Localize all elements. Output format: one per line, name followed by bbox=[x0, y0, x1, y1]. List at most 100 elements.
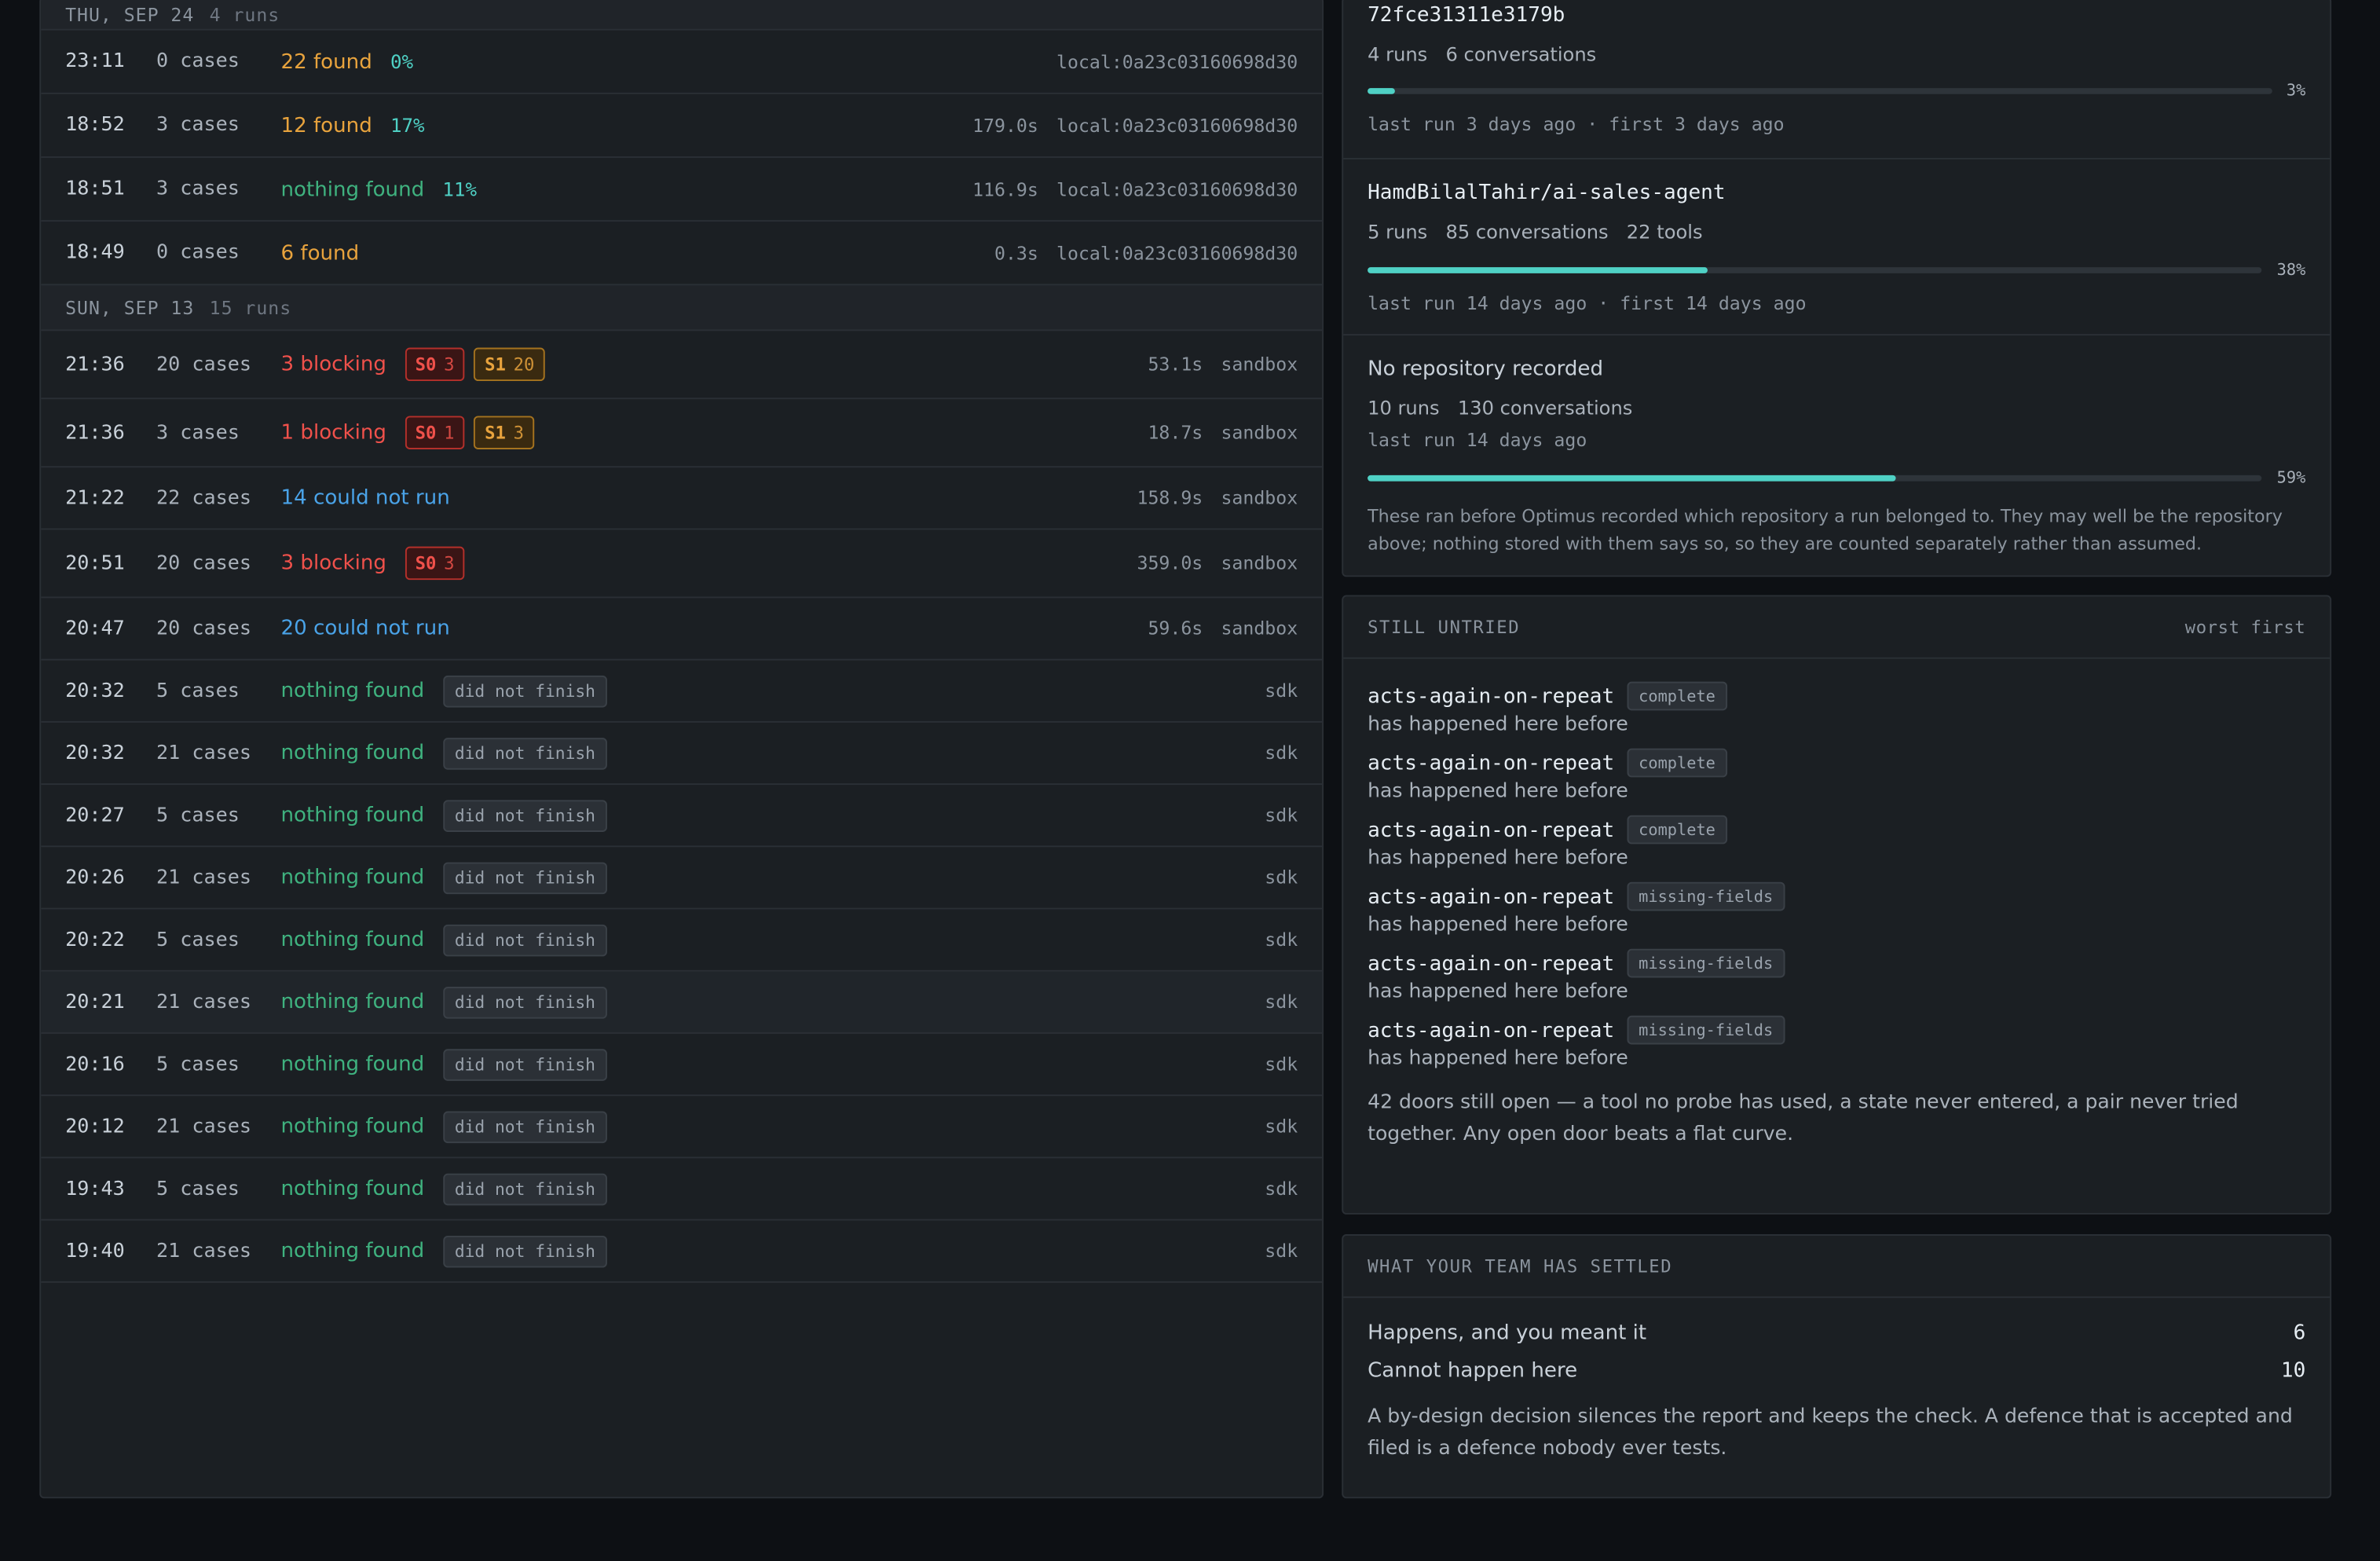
untried-item[interactable]: acts-again-on-repeat missing-fields has ha… bbox=[1368, 881, 2305, 936]
run-target: sandbox bbox=[1221, 354, 1298, 376]
repo-stats: 10 runs 130 conversations bbox=[1368, 396, 1650, 419]
run-meta: 53.1s sandbox bbox=[1148, 331, 1298, 398]
repo-stat: 6 conversations bbox=[1445, 42, 1597, 66]
run-row[interactable]: 20:32 5 cases nothing found did not finish s… bbox=[41, 661, 1323, 723]
run-result: nothing found bbox=[280, 1114, 425, 1139]
repo-item[interactable]: No repository recorded 10 runs 130 conver… bbox=[1343, 335, 2330, 575]
repo-meta: last run 14 days ago · first 14 days ago bbox=[1368, 292, 1807, 315]
run-row[interactable]: 21:22 22 cases 14 could not run 158.9s sandb… bbox=[41, 467, 1323, 530]
untried-item-header: acts-again-on-repeat complete bbox=[1368, 748, 2305, 778]
run-row[interactable]: 20:12 21 cases nothing found did not finish… bbox=[41, 1096, 1323, 1159]
run-row[interactable]: 21:36 20 cases 3 blocking S0 3 S1 20 53.1s sandb… bbox=[41, 331, 1323, 400]
untried-item[interactable]: acts-again-on-repeat missing-fields has ha… bbox=[1368, 948, 2305, 1003]
coverage-fill bbox=[1368, 475, 1895, 482]
run-target: sdk bbox=[1265, 867, 1298, 889]
untried-item-header: acts-again-on-repeat complete bbox=[1368, 681, 2305, 711]
run-meta: sdk bbox=[1265, 661, 1298, 721]
day-header: SUN, SEP 13 15 runs bbox=[41, 285, 1323, 332]
severity-count: 1 bbox=[444, 422, 455, 444]
run-target: sdk bbox=[1265, 742, 1298, 764]
run-result: 14 could not run bbox=[280, 486, 450, 511]
run-row[interactable]: 20:27 5 cases nothing found did not finish s… bbox=[41, 785, 1323, 848]
coverage-bar bbox=[1368, 88, 2272, 94]
run-time: 20:22 bbox=[65, 928, 125, 951]
run-result: 6 found bbox=[280, 240, 360, 266]
settled-list: Happens, and you meant it 6 Cannot happe… bbox=[1343, 1298, 2330, 1383]
coverage-fill bbox=[1368, 267, 1708, 273]
untried-item-name: acts-again-on-repeat bbox=[1368, 817, 1615, 842]
untried-item-name: acts-again-on-repeat bbox=[1368, 884, 1615, 909]
untried-item[interactable]: acts-again-on-repeat missing-fields has ha… bbox=[1368, 1015, 2305, 1070]
run-row[interactable]: 20:47 20 cases 20 could not run 59.6s sandbo… bbox=[41, 598, 1323, 661]
run-target: sdk bbox=[1265, 1116, 1298, 1138]
run-meta: 116.9s local:0a23c03160698d30 bbox=[972, 158, 1298, 220]
run-time: 19:43 bbox=[65, 1177, 125, 1200]
run-result: nothing found bbox=[280, 1238, 425, 1263]
run-result: nothing found bbox=[280, 1176, 425, 1201]
run-result: 12 found bbox=[280, 112, 372, 137]
run-target: local:0a23c03160698d30 bbox=[1056, 178, 1298, 200]
repo-item[interactable]: 72fce31311e3179b 4 runs 6 conversations 3… bbox=[1343, 0, 2331, 159]
settled-footer: A by-design decision silences the report… bbox=[1368, 1405, 2293, 1460]
run-result: nothing found bbox=[280, 177, 425, 202]
run-row[interactable]: 23:11 0 cases 22 found 0% local:0a23c0316069… bbox=[41, 31, 1323, 94]
repo-name: 72fce31311e3179b bbox=[1368, 2, 1565, 27]
run-row[interactable]: 18:52 3 cases 12 found 17% 179.0s local:0a23c… bbox=[41, 94, 1323, 158]
repo-meta: last run 14 days ago bbox=[1368, 429, 1587, 451]
run-cases: 20 cases bbox=[156, 617, 252, 640]
run-meta: sdk bbox=[1265, 1096, 1298, 1156]
run-cases: 3 cases bbox=[156, 421, 240, 445]
run-meta: 179.0s local:0a23c03160698d30 bbox=[972, 94, 1298, 156]
run-time: 23:11 bbox=[65, 49, 125, 73]
run-row[interactable]: 20:51 20 cases 3 blocking S0 3 359.0s sandbox bbox=[41, 529, 1323, 599]
untried-item[interactable]: acts-again-on-repeat complete has happened… bbox=[1368, 681, 2305, 736]
day-header: THU, SEP 24 4 runs bbox=[41, 0, 1323, 31]
run-cases: 3 cases bbox=[156, 178, 240, 201]
run-row[interactable]: 18:51 3 cases nothing found 11% 116.9s local:… bbox=[41, 158, 1323, 222]
run-cases: 5 cases bbox=[156, 1177, 240, 1200]
run-time: 18:51 bbox=[65, 178, 125, 201]
run-row[interactable]: 19:40 21 cases nothing found did not finish… bbox=[41, 1221, 1323, 1283]
severity-level: S0 bbox=[415, 422, 437, 444]
settled-header: WHAT YOUR TEAM HAS SETTLED bbox=[1343, 1236, 2331, 1299]
run-row[interactable]: 18:49 0 cases 6 found 0.3s local:0a23c031606… bbox=[41, 222, 1323, 286]
repo-stats: 4 runs 6 conversations bbox=[1368, 42, 1614, 65]
run-meta: 359.0s sandbox bbox=[1137, 529, 1298, 596]
run-cases: 22 cases bbox=[156, 486, 252, 510]
run-meta: sdk bbox=[1265, 785, 1298, 845]
run-cases: 5 cases bbox=[156, 928, 240, 951]
run-result: 1 blocking bbox=[280, 420, 386, 445]
severity-badge-s0: S0 1 bbox=[405, 416, 466, 449]
run-row[interactable]: 19:43 5 cases nothing found did not finish s… bbox=[41, 1158, 1323, 1221]
run-meta: sdk bbox=[1265, 1158, 1298, 1218]
settled-card: WHAT YOUR TEAM HAS SETTLED Happens, and … bbox=[1342, 1234, 2332, 1499]
untried-item-tag: complete bbox=[1626, 815, 1728, 845]
untried-footer: 42 doors still open — a tool no probe ha… bbox=[1368, 1091, 2239, 1146]
run-cases: 21 cases bbox=[156, 866, 252, 889]
run-time: 18:52 bbox=[65, 113, 125, 137]
run-cases: 21 cases bbox=[156, 1115, 252, 1138]
settled-label: Cannot happen here bbox=[1368, 1358, 1578, 1383]
run-row[interactable]: 20:16 5 cases nothing found did not finish s… bbox=[41, 1034, 1323, 1097]
run-row[interactable]: 20:21 21 cases nothing found did not finish… bbox=[41, 971, 1323, 1034]
run-time: 20:21 bbox=[65, 990, 125, 1013]
run-duration: 53.1s bbox=[1148, 354, 1203, 376]
severity-count: 3 bbox=[444, 354, 455, 376]
run-row[interactable]: 20:32 21 cases nothing found did not finish… bbox=[41, 723, 1323, 786]
untried-item[interactable]: acts-again-on-repeat complete has happened… bbox=[1368, 748, 2305, 804]
untried-item[interactable]: acts-again-on-repeat complete has happened… bbox=[1368, 815, 2305, 870]
untried-item-name: acts-again-on-repeat bbox=[1368, 683, 1615, 709]
coverage-pct: 38% bbox=[2276, 261, 2306, 280]
run-row[interactable]: 21:36 3 cases 1 blocking S0 1 S1 3 18.7s sandbox bbox=[41, 399, 1323, 468]
run-target: sdk bbox=[1265, 1178, 1298, 1200]
untried-item-desc: has happened here before bbox=[1368, 780, 1628, 804]
run-time: 21:36 bbox=[65, 421, 125, 445]
repo-stat: 22 tools bbox=[1626, 220, 1703, 244]
run-target: local:0a23c03160698d30 bbox=[1056, 242, 1298, 264]
run-row[interactable]: 20:26 21 cases nothing found did not finish… bbox=[41, 847, 1323, 910]
severity-count: 3 bbox=[444, 552, 455, 574]
run-row[interactable]: 20:22 5 cases nothing found did not finish s… bbox=[41, 910, 1323, 972]
sort-toggle[interactable]: worst first bbox=[2185, 617, 2306, 638]
repo-stat: 85 conversations bbox=[1445, 220, 1609, 244]
repo-item[interactable]: HamdBilalTahir/ai-sales-agent 5 runs 85 c… bbox=[1343, 159, 2331, 336]
